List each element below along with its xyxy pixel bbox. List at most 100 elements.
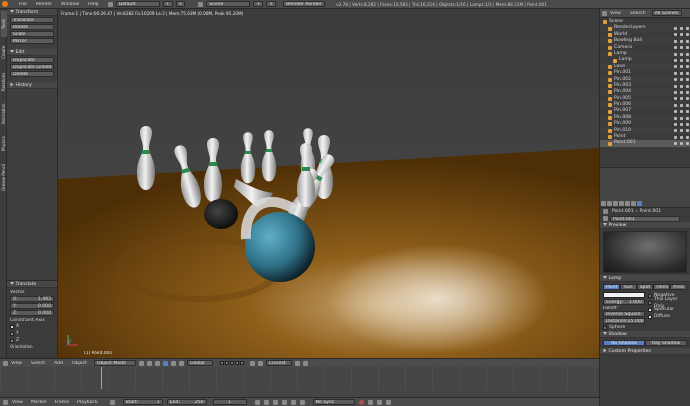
energy-field[interactable]: Energy: 1.000 [603, 299, 645, 305]
scene-remove-button[interactable]: × [266, 1, 277, 7]
timeline-view-menu[interactable]: View [12, 400, 23, 405]
rotate-button[interactable]: Rotate [10, 24, 54, 30]
next-keyframe-icon[interactable] [290, 399, 296, 405]
object-menu[interactable]: Object [72, 361, 87, 366]
lamp-type-area-button[interactable]: Area [670, 284, 687, 290]
editor-type-icon[interactable] [3, 399, 8, 405]
restrict-camera-icon[interactable] [686, 78, 689, 82]
falloff-select[interactable]: Inverse Square [603, 311, 645, 317]
lamp-datablock-field[interactable]: Point.001 [610, 215, 680, 222]
history-panel-header[interactable]: History [7, 82, 57, 89]
layers-tab-icon[interactable] [607, 201, 612, 206]
mirror-button[interactable]: Mirror [10, 38, 54, 44]
insert-keyframe-icon[interactable] [376, 399, 382, 405]
restrict-eye-icon[interactable] [674, 135, 677, 139]
jump-end-icon[interactable] [299, 399, 305, 405]
menu-window[interactable]: Window [61, 2, 79, 7]
restrict-eye-icon[interactable] [674, 39, 677, 43]
lamp-color-swatch[interactable] [603, 292, 645, 298]
restrict-camera-icon[interactable] [686, 116, 689, 120]
orientation-select[interactable]: Global [186, 360, 213, 366]
scale-button[interactable]: Scale [10, 31, 54, 37]
delete-keyframe-icon[interactable] [385, 399, 391, 405]
screen-layout-select[interactable]: Default [115, 1, 160, 7]
jump-start-icon[interactable] [254, 399, 260, 405]
sphere-checkbox[interactable] [603, 325, 607, 330]
lock-icon[interactable] [249, 360, 255, 366]
screen-add-button[interactable]: + [162, 1, 173, 7]
restrict-cursor-icon[interactable] [680, 90, 683, 94]
lamp-type-hemi-button[interactable]: Hemi [653, 284, 671, 290]
rotate-manipulator-icon[interactable] [170, 360, 176, 366]
restrict-cursor-icon[interactable] [680, 46, 683, 50]
restrict-cursor-icon[interactable] [680, 52, 683, 56]
object-tab-icon[interactable] [625, 201, 630, 206]
axis-y-checkbox[interactable] [10, 331, 14, 336]
restrict-camera-icon[interactable] [686, 103, 689, 107]
restrict-camera-icon[interactable] [686, 71, 689, 75]
record-icon[interactable] [358, 399, 364, 405]
restrict-cursor-icon[interactable] [680, 39, 683, 43]
vector-y-field[interactable]: Y: 0.000 [10, 303, 54, 309]
transform-panel-header[interactable]: Transform [7, 9, 57, 16]
timeline-frame-menu[interactable]: Frame [55, 400, 69, 405]
render-still-icon[interactable] [294, 360, 300, 366]
restrict-eye-icon[interactable] [674, 97, 677, 101]
restrict-camera-icon[interactable] [686, 65, 689, 69]
outliner-item[interactable]: Point.001 [600, 140, 690, 147]
restrict-camera-icon[interactable] [686, 97, 689, 101]
timeline-marker-menu[interactable]: Marker [31, 400, 47, 405]
play-reverse-icon[interactable] [272, 399, 278, 405]
editor-type-icon[interactable] [602, 10, 607, 16]
operator-title[interactable]: Translate [7, 281, 57, 288]
view-menu[interactable]: View [11, 361, 22, 366]
render-tab-icon[interactable] [601, 201, 606, 206]
restrict-cursor-icon[interactable] [680, 78, 683, 82]
lamp-type-sun-button[interactable]: Sun [619, 284, 637, 290]
restrict-eye-icon[interactable] [674, 122, 677, 126]
snap-target-select[interactable]: Closest [265, 360, 292, 366]
duplicate-linked-button[interactable]: Duplicate Linked [10, 64, 54, 70]
restrict-camera-icon[interactable] [686, 84, 689, 88]
bowling-ball[interactable] [245, 212, 315, 282]
restrict-cursor-icon[interactable] [680, 142, 683, 146]
editor-type-icon[interactable] [3, 360, 8, 366]
outliner-view-menu[interactable]: View [610, 11, 621, 16]
restrict-cursor-icon[interactable] [680, 129, 683, 133]
preview-panel-header[interactable]: Preview [600, 222, 690, 229]
manipulator-icon[interactable] [154, 360, 160, 366]
timeline-current-frame-line[interactable] [101, 367, 102, 389]
scene-add-button[interactable]: + [253, 1, 264, 7]
restrict-eye-icon[interactable] [674, 90, 677, 94]
pivot-icon[interactable] [146, 360, 152, 366]
3d-viewport[interactable]: Frame:1 | Time:00:26.47 | Ve:8282 Fa:102… [58, 9, 599, 358]
restrict-eye-icon[interactable] [674, 142, 677, 146]
pin-icon[interactable] [603, 209, 608, 214]
start-frame-field[interactable]: Start: 1 [122, 399, 163, 405]
negative-checkbox[interactable] [648, 293, 652, 298]
restrict-camera-icon[interactable] [686, 90, 689, 94]
restrict-eye-icon[interactable] [674, 59, 677, 63]
outliner-search-menu[interactable]: Search [630, 11, 646, 16]
restrict-camera-icon[interactable] [686, 27, 689, 31]
restrict-camera-icon[interactable] [686, 39, 689, 43]
layer-button[interactable] [219, 361, 224, 365]
menu-file[interactable]: File [19, 2, 27, 7]
restrict-eye-icon[interactable] [674, 110, 677, 114]
restrict-eye-icon[interactable] [674, 27, 677, 31]
restrict-cursor-icon[interactable] [680, 97, 683, 101]
restrict-eye-icon[interactable] [674, 84, 677, 88]
no-shadow-button[interactable]: No Shadow [603, 340, 645, 346]
constraints-tab-icon[interactable] [631, 201, 636, 206]
translate-manipulator-icon[interactable] [162, 360, 168, 366]
vector-z-field[interactable]: Z: 0.000 [10, 310, 54, 316]
end-frame-field[interactable]: End: 250 [166, 399, 207, 405]
layer-button[interactable] [239, 361, 244, 365]
restrict-cursor-icon[interactable] [680, 135, 683, 139]
timeline-area[interactable] [0, 367, 599, 397]
mode-select[interactable]: Object Mode [93, 360, 136, 366]
layer-buttons[interactable] [219, 361, 244, 365]
restrict-camera-icon[interactable] [686, 46, 689, 50]
restrict-camera-icon[interactable] [686, 142, 689, 146]
lamp-data-tab-icon[interactable] [637, 201, 642, 206]
